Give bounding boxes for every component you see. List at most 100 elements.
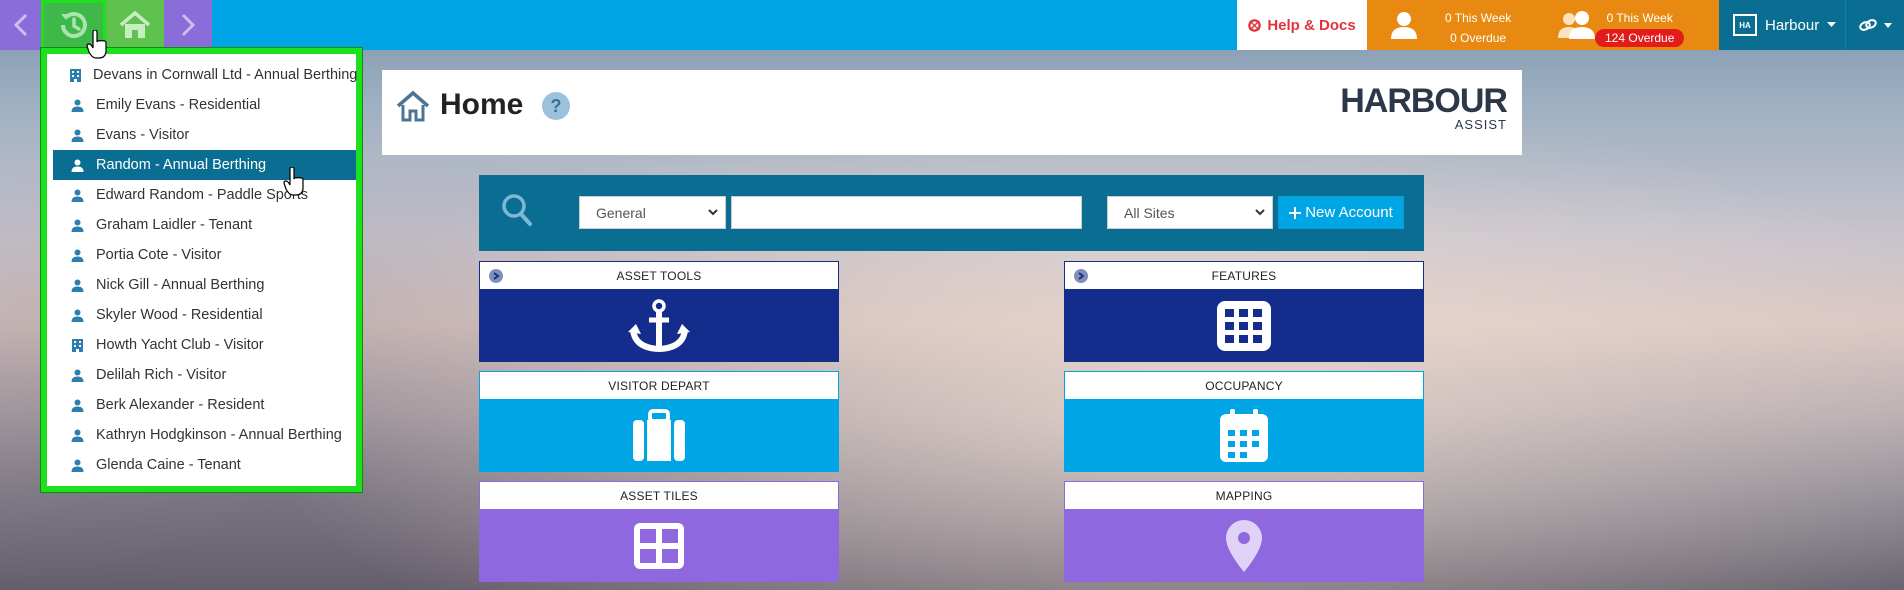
chevron-right-icon[interactable] xyxy=(489,269,503,283)
page-title: Home xyxy=(440,88,524,121)
person-icon xyxy=(70,128,84,142)
brand-name: HARBOUR xyxy=(1340,82,1508,120)
tile-title: ASSET TOOLS xyxy=(616,268,702,283)
building-icon xyxy=(70,338,84,352)
person-icon xyxy=(70,368,84,382)
suitcase-icon xyxy=(633,409,685,461)
person-icon xyxy=(70,248,84,262)
tile-title: MAPPING xyxy=(1215,488,1273,503)
home-nav-button[interactable] xyxy=(106,0,164,50)
brand-tagline: ASSIST xyxy=(1454,117,1507,132)
history-item-label: Howth Yacht Club - Visitor xyxy=(96,337,264,353)
link-icon xyxy=(1858,19,1877,31)
person-icon xyxy=(70,428,84,442)
people-icon xyxy=(1558,11,1595,39)
grid-icon xyxy=(1217,301,1271,351)
chevron-right-icon xyxy=(181,13,196,37)
home-icon xyxy=(396,90,430,122)
building-icon xyxy=(70,68,81,82)
person-icon xyxy=(70,158,84,172)
tile-title: FEATURES xyxy=(1211,268,1277,283)
history-item[interactable]: Kathryn Hodgkinson - Annual Berthing xyxy=(53,420,356,450)
links-menu[interactable] xyxy=(1845,0,1904,50)
tile-title: OCCUPANCY xyxy=(1205,378,1283,393)
tile-title: ASSET TILES xyxy=(620,488,698,503)
search-type-select[interactable]: General xyxy=(579,196,726,229)
help-button[interactable]: ? xyxy=(542,92,570,120)
person-icon xyxy=(70,308,84,322)
history-item[interactable]: Howth Yacht Club - Visitor xyxy=(53,330,356,360)
lifebuoy-icon xyxy=(1248,18,1262,32)
history-item-label: Emily Evans - Residential xyxy=(96,97,261,113)
history-item[interactable]: Edward Random - Paddle Sports xyxy=(53,180,356,210)
new-account-label: New Account xyxy=(1305,204,1393,221)
tile-asset-tools[interactable]: ASSET TOOLS xyxy=(479,261,839,362)
tile-features[interactable]: FEATURES xyxy=(1064,261,1424,362)
page-header: Home ? HARBOUR ASSIST xyxy=(382,70,1522,155)
history-item-label: Berk Alexander - Resident xyxy=(96,397,265,413)
search-input[interactable] xyxy=(731,196,1082,229)
history-item-label: Evans - Visitor xyxy=(96,127,190,143)
person-icon xyxy=(70,278,84,292)
site-select[interactable]: All Sites xyxy=(1107,196,1273,229)
history-item[interactable]: Emily Evans - Residential xyxy=(53,90,356,120)
site-select-value: All Sites xyxy=(1124,204,1175,221)
account-menu[interactable]: HA Harbour xyxy=(1719,0,1845,50)
tile-visitor-depart[interactable]: VISITOR DEPART xyxy=(479,371,839,472)
help-docs-link[interactable]: Help & Docs xyxy=(1237,0,1367,50)
plus-icon xyxy=(1289,206,1302,219)
person-icon xyxy=(70,188,84,202)
history-item-label: Devans in Cornwall Ltd - Annual Berthing xyxy=(93,67,358,83)
overdue-badge: 124 Overdue xyxy=(1595,29,1685,47)
person-icon xyxy=(70,398,84,412)
person-icon xyxy=(70,218,84,232)
brand-logo: HARBOUR ASSIST xyxy=(1340,82,1508,132)
history-item[interactable]: Skyler Wood - Residential xyxy=(53,300,356,330)
caret-down-icon xyxy=(1827,22,1837,27)
new-account-button[interactable]: New Account xyxy=(1278,196,1404,229)
history-item[interactable]: Berk Alexander - Resident xyxy=(53,390,356,420)
home-icon xyxy=(119,10,151,38)
account-label: Harbour xyxy=(1765,16,1820,34)
team-tasks-summary[interactable]: 0 This Week 124 Overdue xyxy=(1535,0,1719,50)
history-item-label: Random - Annual Berthing xyxy=(96,157,267,173)
forward-button[interactable] xyxy=(164,0,212,50)
help-docs-label: Help & Docs xyxy=(1267,16,1356,34)
search-icon xyxy=(502,194,532,226)
chevron-left-icon xyxy=(13,13,27,37)
chevron-down-icon xyxy=(1255,209,1265,216)
chevron-down-icon xyxy=(708,209,718,216)
history-item[interactable]: Graham Laidler - Tenant xyxy=(53,210,356,240)
cursor-hand-icon xyxy=(283,167,304,196)
history-item-label: Delilah Rich - Visitor xyxy=(96,367,227,383)
my-tasks-summary[interactable]: 0 This Week 0 Overdue xyxy=(1367,0,1535,50)
person-icon xyxy=(70,458,84,472)
tiles-icon xyxy=(634,523,684,569)
harbour-logo: HA xyxy=(1733,14,1757,36)
caret-down-icon xyxy=(1883,22,1892,28)
calendar-icon xyxy=(1220,409,1268,462)
back-button[interactable] xyxy=(0,0,41,50)
history-item[interactable]: Glenda Caine - Tenant xyxy=(53,450,356,480)
chevron-right-icon[interactable] xyxy=(1074,269,1088,283)
overdue-count: 0 Overdue xyxy=(1450,31,1507,45)
tile-asset-tiles[interactable]: ASSET TILES xyxy=(479,481,839,582)
history-item-label: Graham Laidler - Tenant xyxy=(96,217,253,233)
history-item[interactable]: Random - Annual Berthing xyxy=(53,150,356,180)
person-icon xyxy=(1391,12,1417,39)
tile-mapping[interactable]: MAPPING xyxy=(1064,481,1424,582)
history-item-label: Portia Cote - Visitor xyxy=(96,247,222,263)
search-type-value: General xyxy=(596,204,646,221)
this-week-count: 0 This Week xyxy=(1445,11,1512,25)
this-week-count: 0 This Week xyxy=(1606,11,1673,25)
history-item[interactable]: Portia Cote - Visitor xyxy=(53,240,356,270)
history-item-label: Nick Gill - Annual Berthing xyxy=(96,277,265,293)
search-bar: General All Sites New Account xyxy=(479,175,1424,251)
history-item[interactable]: Devans in Cornwall Ltd - Annual Berthing xyxy=(53,60,358,90)
tile-occupancy[interactable]: OCCUPANCY xyxy=(1064,371,1424,472)
history-item-label: Edward Random - Paddle Sports xyxy=(96,187,308,203)
history-item[interactable]: Nick Gill - Annual Berthing xyxy=(53,270,356,300)
cursor-hand-icon xyxy=(86,30,107,59)
history-item[interactable]: Delilah Rich - Visitor xyxy=(53,360,356,390)
history-item[interactable]: Evans - Visitor xyxy=(53,120,356,150)
